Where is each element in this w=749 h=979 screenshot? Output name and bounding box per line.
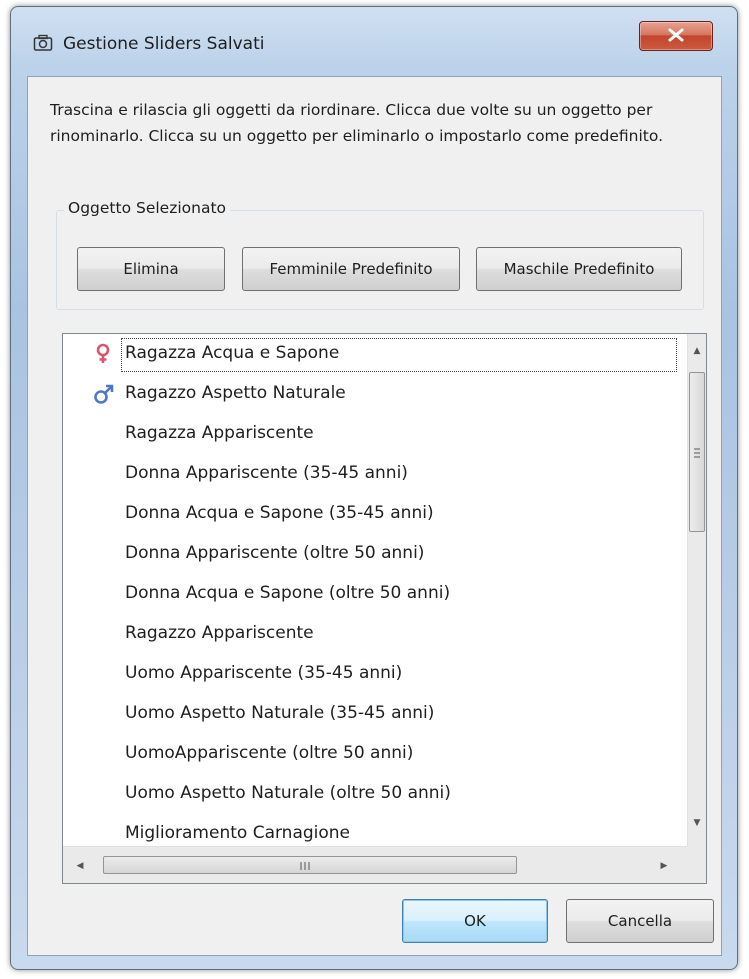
- delete-button[interactable]: Elimina: [77, 247, 225, 291]
- dialog-window: Gestione Sliders Salvati Trascina e rila…: [10, 6, 738, 970]
- list-item[interactable]: Ragazzo Appariscente: [63, 614, 681, 652]
- list-item-label: Donna Appariscente (oltre 50 anni): [125, 543, 425, 563]
- list-item-label: Ragazza Appariscente: [125, 423, 314, 443]
- list-item[interactable]: Uomo Aspetto Naturale (oltre 50 anni): [63, 774, 681, 812]
- list-item-label: Uomo Aspetto Naturale (35-45 anni): [125, 703, 435, 723]
- list-item[interactable]: Ragazza Appariscente: [63, 414, 681, 452]
- list-item-label: Ragazza Acqua e Sapone: [125, 343, 340, 363]
- vertical-scrollbar[interactable]: ▲ ▼: [687, 334, 706, 846]
- list-item[interactable]: Uomo Appariscente (35-45 anni): [63, 654, 681, 692]
- list-item[interactable]: Ragazzo Aspetto Naturale: [63, 374, 681, 412]
- list-item[interactable]: Donna Appariscente (oltre 50 anni): [63, 534, 681, 572]
- cancel-button[interactable]: Cancella: [566, 899, 714, 943]
- camera-icon: [33, 33, 53, 53]
- scroll-up-arrow-icon[interactable]: ▲: [688, 342, 706, 360]
- male-default-button[interactable]: Maschile Predefinito: [476, 247, 682, 291]
- list-item-label: Ragazzo Appariscente: [125, 623, 314, 643]
- scroll-left-arrow-icon[interactable]: ◀: [71, 857, 89, 875]
- list-item[interactable]: UomoAppariscente (oltre 50 anni): [63, 734, 681, 772]
- scroll-down-arrow-icon[interactable]: ▼: [688, 814, 706, 832]
- scrollbar-corner: [687, 846, 706, 883]
- window-title: Gestione Sliders Salvati: [63, 34, 265, 54]
- horizontal-scrollbar[interactable]: ◀ ▶: [63, 846, 688, 883]
- list-item-label: UomoAppariscente (oltre 50 anni): [125, 743, 414, 763]
- dialog-client-area: Trascina e rilascia gli oggetti da riord…: [27, 76, 722, 956]
- list-item[interactable]: Donna Acqua e Sapone (oltre 50 anni): [63, 574, 681, 612]
- horizontal-scroll-thumb[interactable]: [103, 856, 517, 874]
- list-item[interactable]: Donna Acqua e Sapone (35-45 anni): [63, 494, 681, 532]
- close-icon: [667, 27, 685, 46]
- list-item-label: Donna Appariscente (35-45 anni): [125, 463, 408, 483]
- list-item-label: Donna Acqua e Sapone (oltre 50 anni): [125, 583, 451, 603]
- list-item[interactable]: Uomo Aspetto Naturale (35-45 anni): [63, 694, 681, 732]
- female-default-button[interactable]: Femminile Predefinito: [242, 247, 460, 291]
- saved-sliders-list[interactable]: Ragazza Acqua e Sapone Ragazzo Aspetto Na…: [62, 333, 707, 884]
- close-button[interactable]: [639, 21, 713, 51]
- ok-button[interactable]: OK: [402, 899, 548, 943]
- vertical-scroll-thumb[interactable]: [689, 372, 705, 532]
- list-item-label: Uomo Appariscente (35-45 anni): [125, 663, 403, 683]
- male-icon: [93, 383, 114, 405]
- scroll-right-arrow-icon[interactable]: ▶: [655, 857, 673, 875]
- list-item[interactable]: Donna Appariscente (35-45 anni): [63, 454, 681, 492]
- list-item[interactable]: Ragazza Acqua e Sapone: [63, 334, 681, 372]
- instructions-text: Trascina e rilascia gli oggetti da riord…: [50, 101, 663, 145]
- group-legend: Oggetto Selezionato: [64, 194, 231, 222]
- list-item-label: Uomo Aspetto Naturale (oltre 50 anni): [125, 783, 451, 803]
- list-item-label: Miglioramento Carnagione: [125, 823, 351, 843]
- female-icon: [93, 343, 113, 365]
- list-item-label: Donna Acqua e Sapone (35-45 anni): [125, 503, 434, 523]
- list-item-label: Ragazzo Aspetto Naturale: [125, 383, 346, 403]
